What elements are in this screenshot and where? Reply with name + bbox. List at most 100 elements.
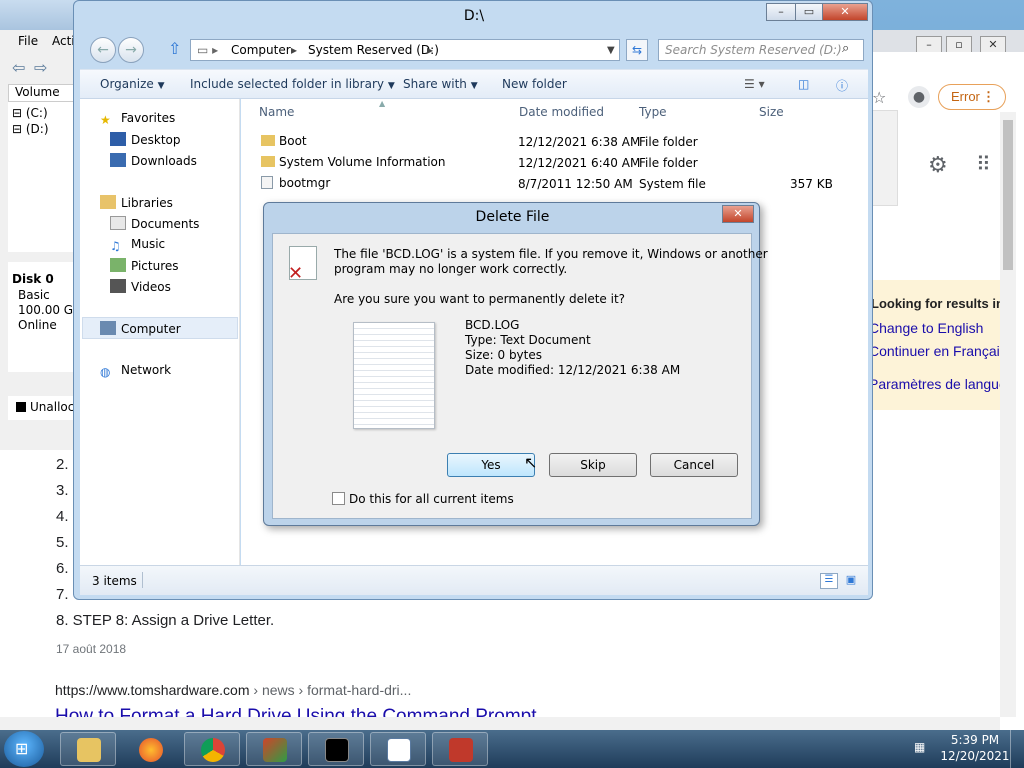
taskbar-notepad[interactable] <box>370 732 426 766</box>
clock-date: 12/20/2021 <box>940 749 1010 763</box>
system-clock[interactable]: 5:39 PM 12/20/2021 <box>930 732 1020 764</box>
up-arrow-icon[interactable]: ⇧ <box>168 39 181 58</box>
share-with-menu[interactable]: Share with ▼ <box>403 77 478 91</box>
browser-vertical-scrollbar[interactable] <box>1000 112 1016 717</box>
column-name[interactable]: Name <box>259 105 294 119</box>
refresh-icon[interactable]: ⇆ <box>626 39 648 61</box>
skip-button[interactable]: Skip <box>549 453 637 477</box>
profile-icon[interactable]: ● <box>908 86 930 108</box>
browser-horizontal-scrollbar[interactable] <box>0 717 1000 730</box>
nav-favorites[interactable]: ★ Favorites <box>100 111 175 127</box>
network-tray-icon[interactable]: ▦ <box>914 740 925 754</box>
change-to-english-link[interactable]: Change to English <box>869 320 983 336</box>
column-date-modified[interactable]: Date modified <box>519 105 604 119</box>
nav-pictures[interactable]: Pictures <box>110 258 179 273</box>
taskbar-chrome[interactable] <box>184 732 240 766</box>
disk-status: Online <box>18 318 57 332</box>
taskbar-cmd[interactable] <box>308 732 364 766</box>
nav-desktop[interactable]: Desktop <box>110 132 181 147</box>
explorer-close-button[interactable]: ✕ <box>822 3 868 21</box>
command-bar: Organize ▼ Include selected folder in li… <box>80 69 868 99</box>
nav-videos[interactable]: Videos <box>110 279 171 294</box>
nav-downloads[interactable]: Downloads <box>110 153 197 168</box>
details-view-icon[interactable]: ☰ <box>820 573 838 589</box>
clock-time: 5:39 PM <box>950 733 1000 747</box>
forward-button[interactable]: → <box>118 37 144 63</box>
volume-column-header[interactable]: Volume <box>8 84 80 102</box>
taskbar-explorer[interactable] <box>60 732 116 766</box>
include-in-library-menu[interactable]: Include selected folder in library ▼ <box>190 77 395 91</box>
bookmark-star-icon[interactable]: ☆ <box>872 88 886 107</box>
computer-small-icon: ▭ ▸ <box>197 43 219 57</box>
volume-c[interactable]: ⊟ (C:) <box>12 106 48 120</box>
search-input[interactable]: Search System Reserved (D:) <box>658 39 864 61</box>
file-date-modified: Date modified: 12/12/2021 6:38 AM <box>465 363 681 377</box>
back-arrow-icon[interactable]: ⇦ <box>12 58 25 77</box>
help-icon[interactable]: ⓘ <box>836 77 848 94</box>
continue-in-french-link[interactable]: Continuer en Français <box>869 343 1007 359</box>
nav-desktop-label: Desktop <box>131 133 181 147</box>
toolbox-icon <box>449 738 473 762</box>
explorer-title: D:\ <box>463 8 485 24</box>
volume-d[interactable]: ⊟ (D:) <box>12 122 49 136</box>
search-icon[interactable]: ⌕ <box>842 41 849 56</box>
organize-menu[interactable]: Organize ▼ <box>100 77 165 91</box>
nav-music[interactable]: ♫ Music <box>110 237 165 253</box>
dropdown-arrow-icon: ▼ <box>387 81 395 91</box>
preview-pane-icon[interactable]: ◫ <box>798 77 809 91</box>
file-row-boot[interactable]: Boot <box>261 134 307 148</box>
nav-computer[interactable]: Computer <box>100 321 181 336</box>
disk-0-panel[interactable]: Disk 0 Basic 100.00 GB Online <box>8 262 81 372</box>
result-url[interactable]: https://www.tomshardware.com › news › fo… <box>55 682 411 698</box>
new-folder-button[interactable]: New folder <box>502 77 567 91</box>
menu-action[interactable]: Acti <box>52 34 75 48</box>
nav-libraries[interactable]: Libraries <box>100 195 173 210</box>
nav-network-label: Network <box>121 363 172 377</box>
menu-file[interactable]: File <box>18 34 38 48</box>
scrollbar-thumb[interactable] <box>1003 120 1013 270</box>
step-4: 4. <box>56 508 69 525</box>
explorer-minimize-button[interactable]: – <box>766 3 796 21</box>
file-type: File folder <box>639 135 698 149</box>
office-icon <box>263 738 287 762</box>
confirm-question: Are you sure you want to permanently del… <box>334 292 626 306</box>
nav-documents-label: Documents <box>131 217 200 231</box>
apps-grid-icon[interactable]: ⠿ <box>976 152 991 176</box>
dropdown-arrow-icon: ▼ <box>157 81 165 91</box>
dialog-close-button[interactable]: ✕ <box>722 205 754 223</box>
legend-swatch <box>16 402 26 412</box>
taskbar-office[interactable] <box>246 732 302 766</box>
breadcrumb-drive[interactable]: System Reserved (D:) <box>308 43 439 57</box>
step-7: 7. <box>56 586 69 603</box>
nav-computer-label: Computer <box>121 322 181 336</box>
cancel-button[interactable]: Cancel <box>650 453 738 477</box>
text-document-icon <box>353 322 435 429</box>
breadcrumb-computer[interactable]: Computer <box>231 43 291 57</box>
address-bar[interactable]: ▭ ▸ Computer ▸ System Reserved (D:) ▸ ▼ <box>190 39 620 61</box>
language-settings-link[interactable]: Paramètres de langue <box>869 376 1007 392</box>
settings-gear-icon[interactable]: ⚙ <box>928 153 948 178</box>
back-button[interactable]: ← <box>90 37 116 63</box>
forward-arrow-icon[interactable]: ⇨ <box>34 58 47 77</box>
address-dropdown-icon[interactable]: ▼ <box>607 45 615 56</box>
taskbar-toolbox[interactable] <box>432 732 488 766</box>
volume-c-label: (C:) <box>25 106 48 120</box>
file-date: 12/12/2021 6:40 AM <box>518 156 641 170</box>
unallocated-legend: Unalloc <box>8 396 80 420</box>
large-icons-view-icon[interactable]: ▣ <box>842 573 860 589</box>
apply-to-all-label[interactable]: Do this for all current items <box>349 492 514 506</box>
column-type[interactable]: Type <box>639 105 667 119</box>
nav-documents[interactable]: Documents <box>110 216 199 231</box>
apply-to-all-checkbox[interactable] <box>332 492 345 505</box>
start-button[interactable]: ⊞ <box>4 731 44 767</box>
view-options-icon[interactable]: ☰ ▾ <box>744 77 765 91</box>
file-type: System file <box>639 177 706 191</box>
nav-network[interactable]: ◍ Network <box>100 363 171 379</box>
column-size[interactable]: Size <box>759 105 784 119</box>
file-row-bootmgr[interactable]: bootmgr <box>261 176 330 190</box>
yes-button[interactable]: Yes <box>447 453 535 477</box>
taskbar-firefox[interactable] <box>122 732 178 766</box>
file-row-system-volume-information[interactable]: System Volume Information <box>261 155 445 169</box>
explorer-maximize-button[interactable]: ▭ <box>795 3 823 21</box>
browser-error-button[interactable]: Error ⋮ <box>938 84 1006 110</box>
